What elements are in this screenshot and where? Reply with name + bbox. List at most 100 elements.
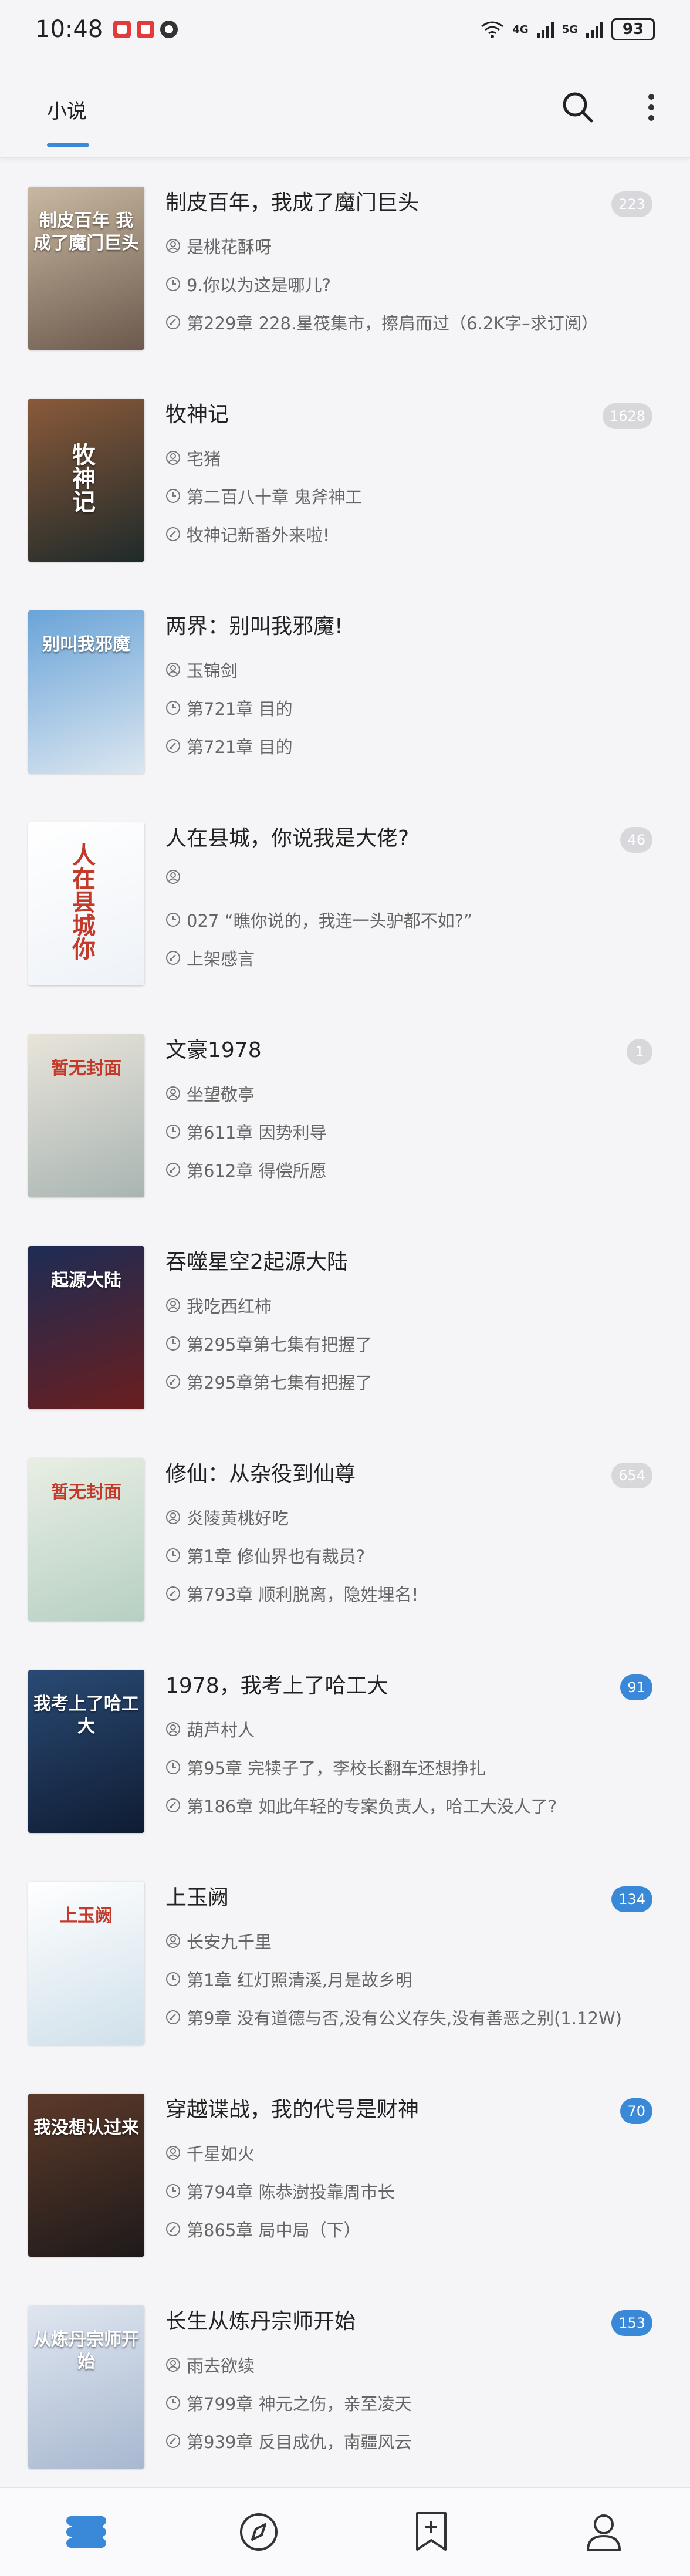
unread-count-badge: 1	[627, 1039, 652, 1065]
app-bar: 小说	[0, 59, 690, 158]
cover-title: 暂无封面	[51, 1482, 121, 1503]
book-last-read: 第1章 红灯照清溪,月是故乡明	[165, 1967, 412, 1991]
book-title: 长生从炼丹宗师开始	[165, 2310, 356, 2334]
latest-chapter: 第186章 如此年轻的专案负责人，哈工大没人了?	[187, 1797, 557, 1817]
author-name: 千星如火	[187, 2144, 255, 2164]
unread-count-badge: 223	[611, 191, 652, 217]
book-author: 千星如火	[165, 2141, 255, 2165]
book-title: 文豪1978	[165, 1038, 262, 1062]
unread-count-badge: 46	[620, 827, 652, 853]
app-notification-icon	[137, 21, 155, 38]
book-cover[interactable]: 牧神记	[28, 399, 144, 562]
last-read-chapter: 第721章 目的	[187, 699, 293, 719]
book-row[interactable]: 暂无封面 修仙：从杂役到仙尊 654 炎陵黄桃好吃 第1章 修仙界也有裁员? 第…	[0, 1447, 690, 1659]
latest-chapter: 第229章 228.星筏集市，擦肩而过（6.2K字–求订阅）	[187, 313, 598, 333]
book-cover[interactable]: 从炼丹宗师开始	[28, 2305, 144, 2469]
status-right: 4G 5G 93	[481, 18, 655, 40]
book-title: 1978，我考上了哈工大	[165, 1674, 388, 1698]
book-last-read: 9.你以为这是哪儿?	[165, 272, 331, 296]
tab-indicator	[47, 143, 89, 147]
book-cover[interactable]: 制皮百年 我成了魔门巨头	[28, 187, 144, 350]
last-read-chapter: 第95章 完犊子了，李校长翻车还想挣扎	[187, 1758, 486, 1778]
book-row[interactable]: 上玉阙 上玉阙 134 长安九千里 第1章 红灯照清溪,月是故乡明 第9章 没有…	[0, 1871, 690, 2083]
more-dot-icon	[648, 94, 654, 100]
book-row[interactable]: 别叫我邪魔 两界：别叫我邪魔! 玉锦剑 第721章 目的 第721章 目的	[0, 600, 690, 812]
author-name: 长安九千里	[187, 1932, 272, 1952]
book-latest-chapter: 第9章 没有道德与否,没有公义存失,没有善恶之别(1.12W)	[165, 2005, 622, 2030]
book-title: 人在县城，你说我是大佬?	[165, 826, 410, 850]
book-last-read: 第1章 修仙界也有裁员?	[165, 1543, 365, 1568]
book-latest-chapter: 第186章 如此年轻的专案负责人，哈工大没人了?	[165, 1793, 557, 1818]
nav-bookmarks[interactable]	[402, 2503, 461, 2561]
book-author: 炎陵黄桃好吃	[165, 1505, 289, 1530]
cover-title: 别叫我邪魔	[42, 634, 130, 655]
book-title: 穿越谍战，我的代号是财神	[165, 2098, 420, 2122]
book-row[interactable]: 牧神记 牧神记 1628 宅猪 第二百八十章 鬼斧神工 牧神记新番外来啦!	[0, 388, 690, 600]
book-latest-chapter: 上架感言	[165, 946, 255, 970]
more-dot-icon	[648, 104, 654, 110]
book-cover[interactable]: 我考上了哈工大	[28, 1670, 144, 1833]
book-last-read: 027 “瞧你说的，我连一头驴都不如?”	[165, 907, 472, 932]
author-name: 是桃花酥呀	[187, 237, 272, 257]
book-row[interactable]: 起源大陆 吞噬星空2起源大陆 我吃西红柿 第295章第七集有把握了 第295章第…	[0, 1235, 690, 1447]
wifi-icon	[481, 21, 504, 38]
more-dot-icon	[648, 115, 654, 121]
book-row[interactable]: 人在县城你 人在县城，你说我是大佬? 46 027 “瞧你说的，我连一头驴都不如…	[0, 812, 690, 1024]
book-row[interactable]: 制皮百年 我成了魔门巨头 制皮百年，我成了魔门巨头 223 是桃花酥呀 9.你以…	[0, 176, 690, 388]
nav-bookshelf[interactable]	[57, 2503, 116, 2561]
book-title: 上玉阙	[165, 1886, 229, 1910]
search-button[interactable]	[557, 87, 598, 128]
book-latest-chapter: 第295章第七集有把握了	[165, 1369, 372, 1394]
book-row[interactable]: 暂无封面 文豪1978 1 坐望敬亭 第611章 因势利导 第612章 得偿所愿	[0, 1024, 690, 1235]
book-author: 雨去欲续	[165, 2352, 255, 2377]
last-read-chapter: 027 “瞧你说的，我连一头驴都不如?”	[187, 911, 473, 931]
cover-title: 我考上了哈工大	[33, 1694, 139, 1737]
book-last-read: 第611章 因势利导	[165, 1119, 327, 1144]
network-label-2: 5G	[562, 23, 578, 36]
status-left: 10:48	[35, 16, 178, 43]
book-cover[interactable]: 暂无封面	[28, 1458, 144, 1621]
book-cover[interactable]: 我没想认过来	[28, 2094, 144, 2257]
profile-icon	[587, 2514, 621, 2551]
book-cover[interactable]: 上玉阙	[28, 1882, 144, 2045]
more-options-button[interactable]	[634, 87, 669, 128]
author-name: 葫芦村人	[187, 1720, 255, 1740]
latest-chapter: 第612章 得偿所愿	[187, 1161, 327, 1181]
book-latest-chapter: 第939章 反目成仇，南疆风云	[165, 2429, 412, 2453]
book-latest-chapter: 第865章 局中局（下）	[165, 2217, 361, 2241]
book-cover[interactable]: 暂无封面	[28, 1034, 144, 1197]
unread-count-badge: 654	[611, 1463, 652, 1488]
book-latest-chapter: 第229章 228.星筏集市，擦肩而过（6.2K字–求订阅）	[165, 310, 598, 335]
book-cover[interactable]: 别叫我邪魔	[28, 610, 144, 774]
book-last-read: 第721章 目的	[165, 696, 293, 720]
network-label-1: 4G	[512, 23, 529, 36]
bookshelf-icon	[66, 2516, 106, 2548]
unread-count-badge: 70	[620, 2098, 652, 2124]
book-cover[interactable]: 人在县城你	[28, 822, 144, 985]
book-title: 吞噬星空2起源大陆	[165, 1250, 348, 1274]
unread-count-badge: 134	[611, 1886, 652, 1912]
book-author	[165, 869, 187, 884]
book-row[interactable]: 我考上了哈工大 1978，我考上了哈工大 91 葫芦村人 第95章 完犊子了，李…	[0, 1659, 690, 1871]
book-title: 牧神记	[165, 403, 229, 427]
latest-chapter: 第793章 顺利脱离，隐姓埋名!	[187, 1585, 419, 1605]
book-last-read: 第794章 陈恭澍投靠周市长	[165, 2179, 395, 2203]
book-row[interactable]: 我没想认过来 穿越谍战，我的代号是财神 70 千星如火 第794章 陈恭澍投靠周…	[0, 2083, 690, 2295]
last-read-chapter: 第799章 神元之伤，亲至凌天	[187, 2394, 412, 2414]
book-cover[interactable]: 起源大陆	[28, 1246, 144, 1409]
book-last-read: 第二百八十章 鬼斧神工	[165, 484, 362, 508]
latest-chapter: 第865章 局中局（下）	[187, 2220, 361, 2240]
status-bar: 10:48 4G 5G 93	[0, 0, 690, 59]
nav-discover[interactable]	[229, 2503, 288, 2561]
nav-profile[interactable]	[574, 2503, 633, 2561]
author-name: 宅猪	[187, 449, 221, 469]
unread-count-badge: 91	[620, 1674, 652, 1700]
book-latest-chapter: 牧神记新番外来啦!	[165, 522, 330, 546]
book-latest-chapter: 第793章 顺利脱离，隐姓埋名!	[165, 1581, 418, 1606]
tab-novels[interactable]: 小说	[47, 95, 87, 124]
book-title: 两界：别叫我邪魔!	[165, 615, 343, 639]
book-row[interactable]: 从炼丹宗师开始 长生从炼丹宗师开始 153 雨去欲续 第799章 神元之伤，亲至…	[0, 2295, 690, 2507]
book-author: 宅猪	[165, 445, 221, 470]
cover-title: 上玉阙	[60, 1906, 113, 1926]
book-latest-chapter: 第612章 得偿所愿	[165, 1157, 327, 1182]
